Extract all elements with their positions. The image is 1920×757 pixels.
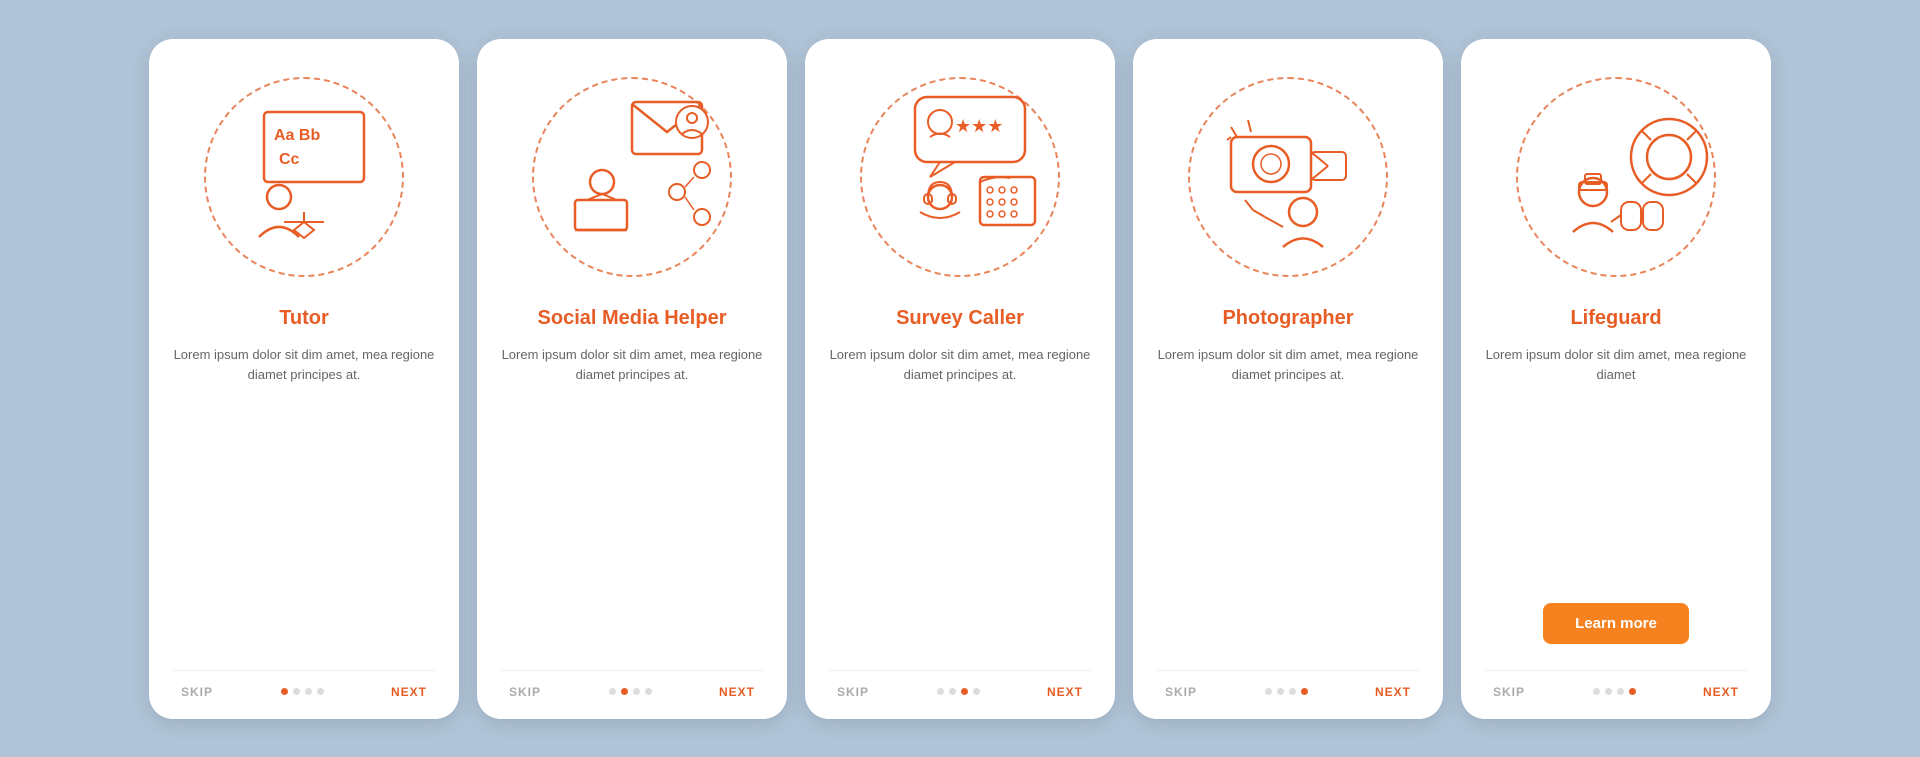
dot-1 <box>1593 688 1600 695</box>
dot-4 <box>645 688 652 695</box>
learn-more-button[interactable]: Learn more <box>1543 603 1689 644</box>
tutor-title: Tutor <box>279 305 329 331</box>
svg-text:Aa Bb: Aa Bb <box>274 127 320 144</box>
survey-caller-skip[interactable]: SKIP <box>837 685 869 699</box>
lifeguard-next[interactable]: NEXT <box>1703 685 1739 699</box>
photographer-title: Photographer <box>1222 305 1353 331</box>
dot-3 <box>1289 688 1296 695</box>
photographer-next[interactable]: NEXT <box>1375 685 1411 699</box>
tutor-footer: SKIP NEXT <box>173 670 435 699</box>
photographer-dots <box>1265 688 1308 695</box>
social-media-illustration <box>537 82 727 272</box>
photographer-skip[interactable]: SKIP <box>1165 685 1197 699</box>
dot-3 <box>305 688 312 695</box>
dot-1 <box>609 688 616 695</box>
tutor-dots <box>281 688 324 695</box>
survey-caller-dots <box>937 688 980 695</box>
dot-4 <box>1301 688 1308 695</box>
card-lifeguard: Lifeguard Lorem ipsum dolor sit dim amet… <box>1461 39 1771 719</box>
lifeguard-title: Lifeguard <box>1570 305 1661 331</box>
survey-caller-illustration: ★★★ <box>865 82 1055 272</box>
lifeguard-text: Lorem ipsum dolor sit dim amet, mea regi… <box>1485 345 1747 474</box>
survey-caller-text: Lorem ipsum dolor sit dim amet, mea regi… <box>829 345 1091 503</box>
svg-text:★★★: ★★★ <box>955 116 1003 136</box>
dot-1 <box>1265 688 1272 695</box>
dot-2 <box>1605 688 1612 695</box>
card-photographer: Photographer Lorem ipsum dolor sit dim a… <box>1133 39 1443 719</box>
svg-text:Cc: Cc <box>279 151 300 168</box>
social-media-skip[interactable]: SKIP <box>509 685 541 699</box>
lifeguard-illustration <box>1521 82 1711 272</box>
dot-2 <box>1277 688 1284 695</box>
survey-caller-title: Survey Caller <box>896 305 1024 331</box>
dot-4 <box>1629 688 1636 695</box>
dot-2 <box>949 688 956 695</box>
dot-3 <box>1617 688 1624 695</box>
tutor-icon-area: Aa Bb Cc <box>194 67 414 287</box>
dot-3 <box>633 688 640 695</box>
social-media-text: Lorem ipsum dolor sit dim amet, mea regi… <box>501 345 763 503</box>
survey-caller-icon-area: ★★★ <box>850 67 1070 287</box>
lifeguard-footer: SKIP NEXT <box>1485 670 1747 699</box>
card-survey-caller: ★★★ <box>805 39 1115 719</box>
tutor-next[interactable]: NEXT <box>391 685 427 699</box>
photographer-icon-area <box>1178 67 1398 287</box>
dot-2 <box>621 688 628 695</box>
tutor-illustration: Aa Bb Cc <box>209 82 399 272</box>
survey-caller-next[interactable]: NEXT <box>1047 685 1083 699</box>
lifeguard-skip[interactable]: SKIP <box>1493 685 1525 699</box>
dot-3 <box>961 688 968 695</box>
dot-1 <box>281 688 288 695</box>
lifeguard-dots <box>1593 688 1636 695</box>
survey-caller-footer: SKIP NEXT <box>829 670 1091 699</box>
dot-2 <box>293 688 300 695</box>
social-media-next[interactable]: NEXT <box>719 685 755 699</box>
photographer-footer: SKIP NEXT <box>1157 670 1419 699</box>
social-media-dots <box>609 688 652 695</box>
cards-container: Aa Bb Cc Tutor Lorem ipsum dolor sit dim… <box>149 39 1771 719</box>
lifeguard-icon-area <box>1506 67 1726 287</box>
social-media-footer: SKIP NEXT <box>501 670 763 699</box>
photographer-text: Lorem ipsum dolor sit dim amet, mea regi… <box>1157 345 1419 503</box>
tutor-skip[interactable]: SKIP <box>181 685 213 699</box>
photographer-illustration <box>1193 82 1383 272</box>
card-social-media: Social Media Helper Lorem ipsum dolor si… <box>477 39 787 719</box>
social-media-title: Social Media Helper <box>538 305 727 331</box>
tutor-text: Lorem ipsum dolor sit dim amet, mea regi… <box>173 345 435 503</box>
dot-4 <box>317 688 324 695</box>
dot-4 <box>973 688 980 695</box>
dot-1 <box>937 688 944 695</box>
social-media-icon-area <box>522 67 742 287</box>
card-tutor: Aa Bb Cc Tutor Lorem ipsum dolor sit dim… <box>149 39 459 719</box>
